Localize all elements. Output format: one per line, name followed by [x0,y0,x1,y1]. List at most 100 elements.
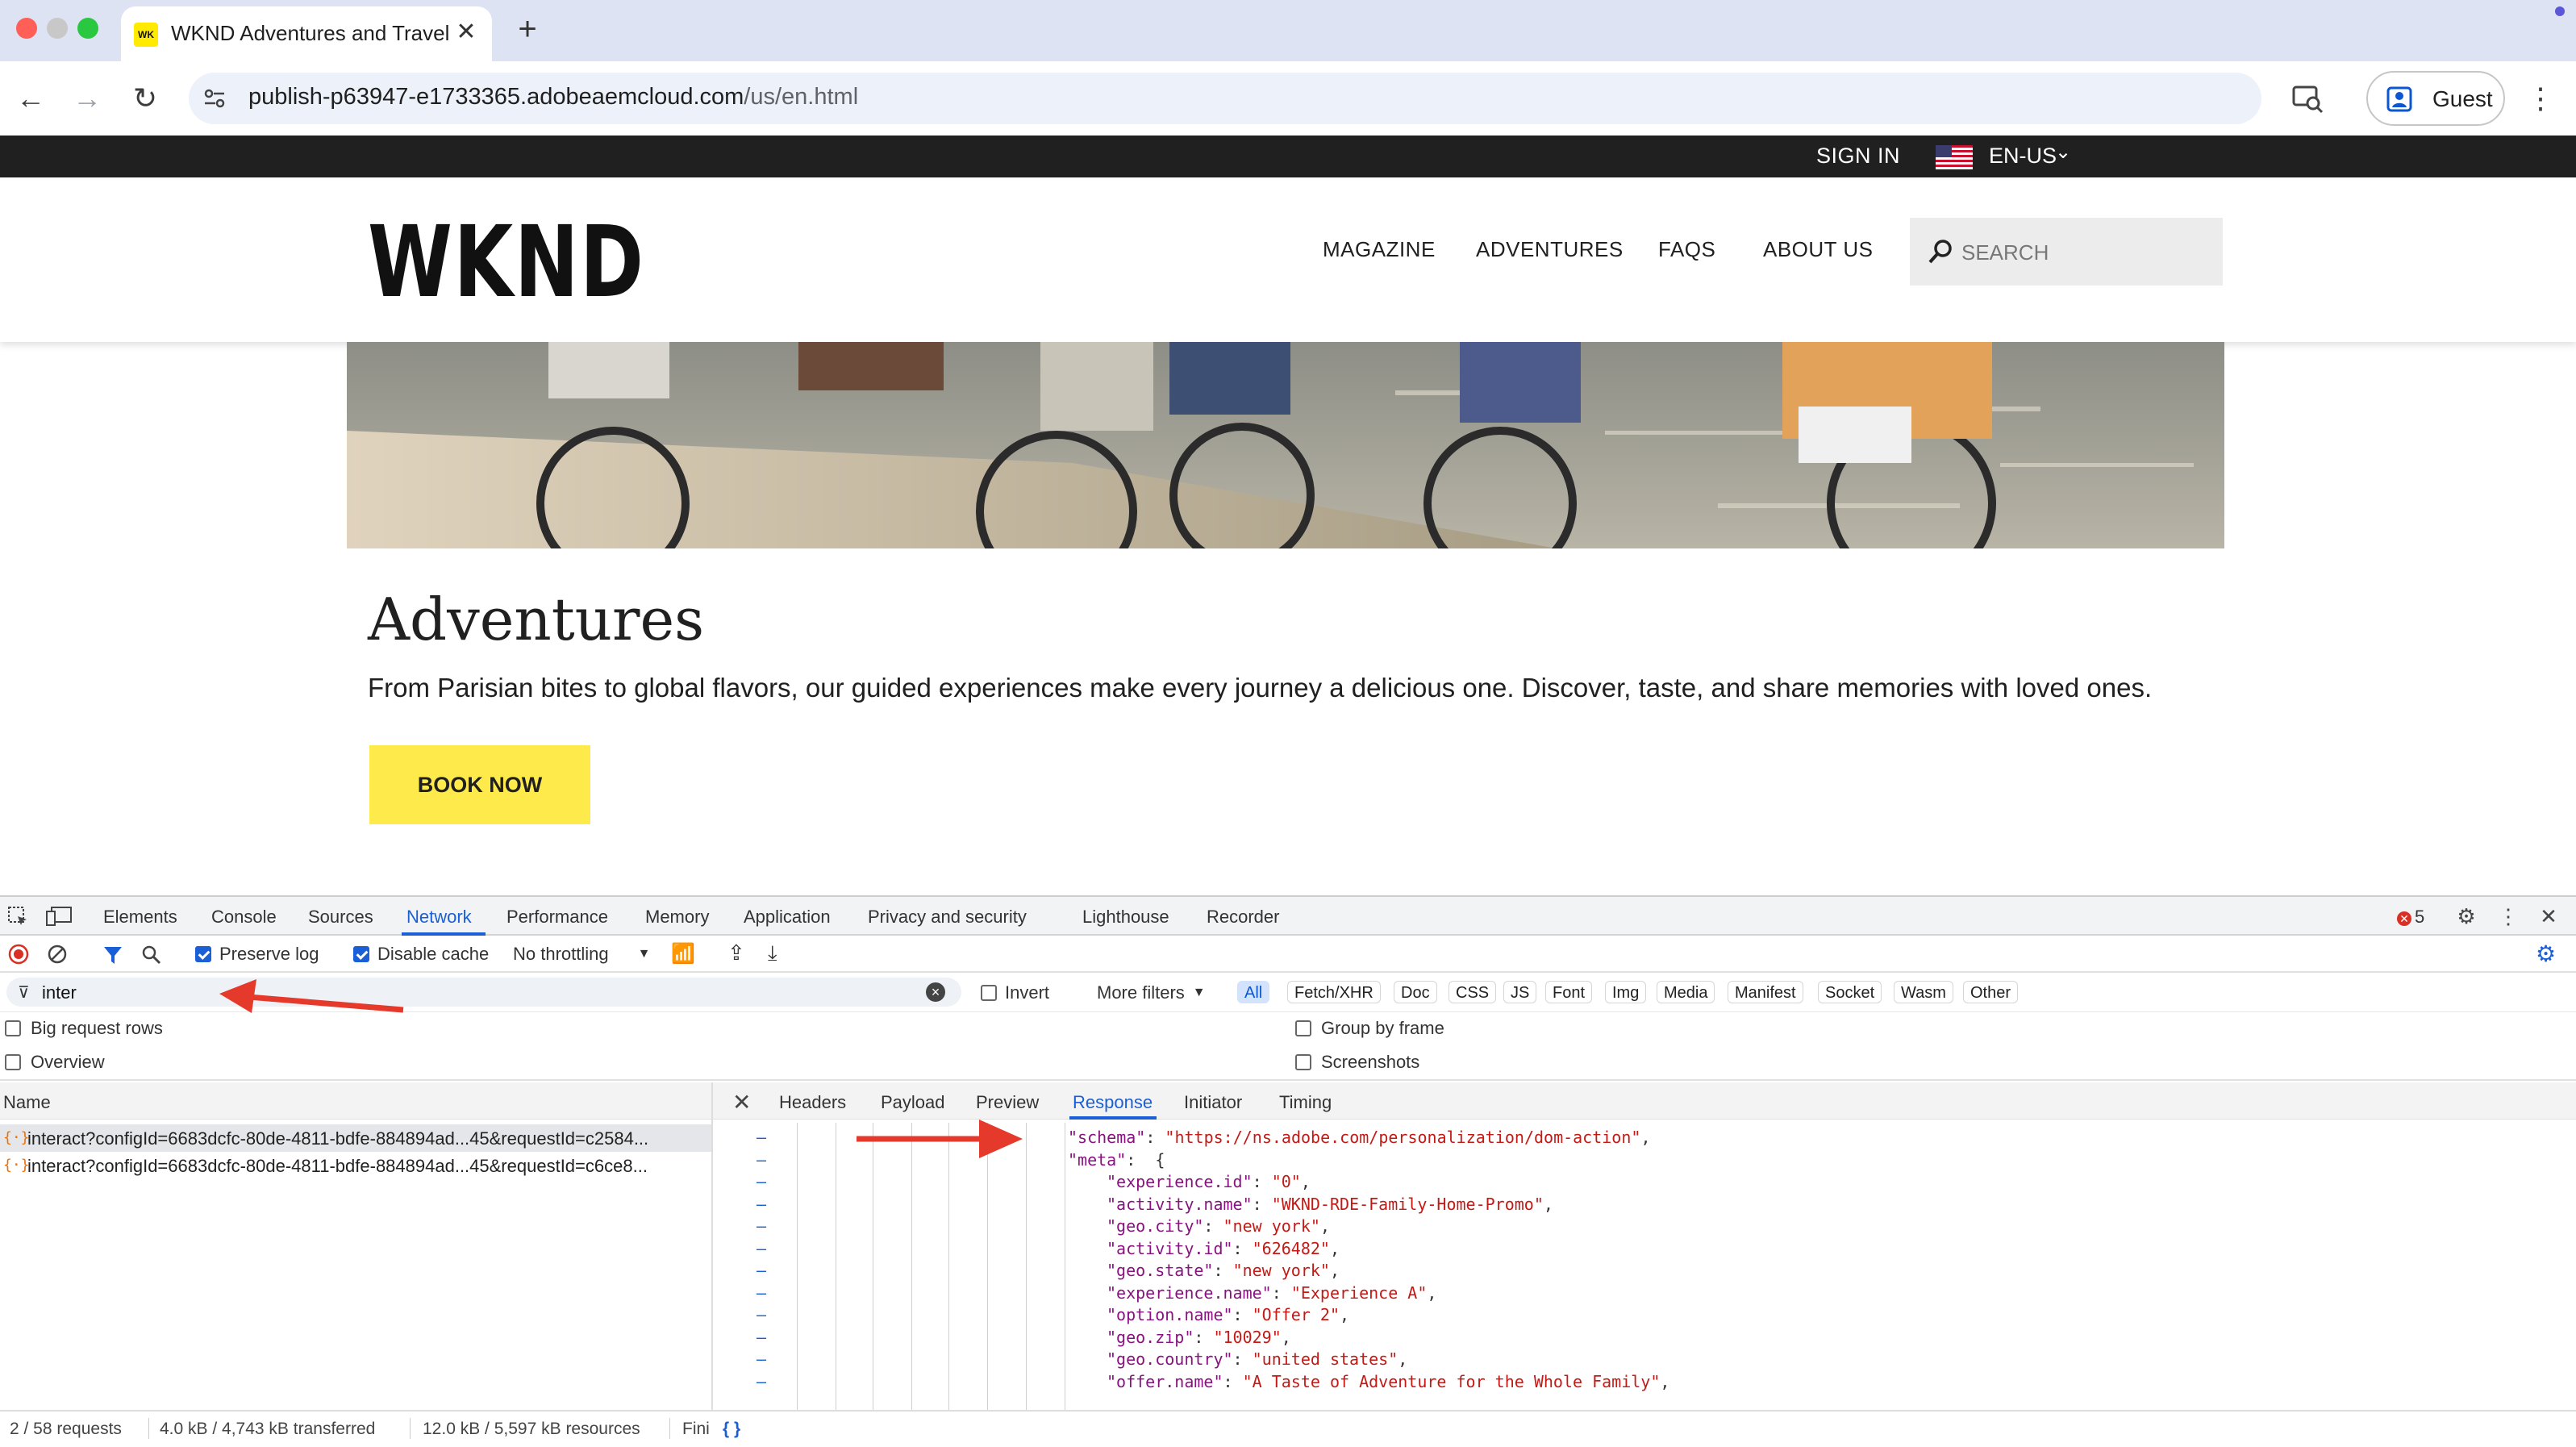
new-tab-button[interactable]: + [508,11,547,50]
filter-icon[interactable] [102,944,124,966]
request-row[interactable]: {·} interact?configId=6683dcfc-80de-4811… [0,1152,711,1179]
minimize-window-button[interactable] [47,18,68,39]
nav-about-us[interactable]: ABOUT US [1763,237,1873,262]
tab-performance[interactable]: Performance [506,907,608,928]
search-placeholder: SEARCH [1961,240,2049,265]
screenshots-check[interactable] [1295,1054,1311,1070]
pretty-print-icon[interactable]: { } [723,1420,740,1439]
chevron-down-icon[interactable]: ⌄ [2055,140,2071,164]
preserve-log-check[interactable] [195,946,211,962]
big-request-rows-checkbox[interactable]: Big request rows [5,1018,163,1039]
resources-size: 12.0 kB / 5,597 kB resources [423,1420,640,1438]
forward-arrow-icon[interactable]: → [63,74,111,123]
line-gutter-marker: – [757,1282,767,1303]
filter-input[interactable]: ⊽ inter × [6,978,961,1007]
language-selector[interactable]: EN-US [1989,144,2057,169]
close-detail-icon[interactable]: ✕ [732,1089,751,1115]
network-conditions-icon[interactable]: 📶 [671,942,695,965]
json-value: "626482" [1252,1238,1330,1258]
type-chip-img[interactable]: Img [1605,981,1647,1003]
preserve-log-checkbox[interactable]: Preserve log [195,944,319,965]
group-by-frame-check[interactable] [1295,1020,1311,1036]
tab-response[interactable]: Response [1073,1092,1153,1113]
disable-cache-check[interactable] [353,946,369,962]
request-row[interactable]: {·} interact?configId=6683dcfc-80de-4811… [0,1124,711,1152]
tab-headers[interactable]: Headers [779,1092,846,1113]
type-chip-js[interactable]: JS [1503,981,1537,1003]
type-chip-fetch-xhr[interactable]: Fetch/XHR [1287,981,1381,1003]
browser-toolbar: ← → ↻ publish-p63947-e1733365.adobeaemcl… [0,61,2576,136]
more-filters-dropdown[interactable]: More filters ▼ [1097,982,1206,1003]
search-icon[interactable] [140,944,163,966]
overview-checkbox[interactable]: Overview [5,1052,105,1073]
type-chip-all[interactable]: All [1237,981,1270,1003]
book-now-button[interactable]: BOOK NOW [369,745,590,824]
search-page-icon[interactable] [2282,74,2331,123]
separator [669,1418,670,1439]
type-chip-doc[interactable]: Doc [1394,981,1437,1003]
profile-button[interactable]: Guest [2366,71,2505,126]
clear-filter-icon[interactable]: × [926,982,945,1002]
nav-faqs[interactable]: FAQS [1658,237,1715,262]
close-devtools-icon[interactable]: ✕ [2536,903,2561,929]
close-window-button[interactable] [16,18,37,39]
record-stop-icon[interactable] [8,944,29,965]
screenshots-checkbox[interactable]: Screenshots [1295,1052,1419,1073]
export-har-icon[interactable]: ⤓ [768,940,777,966]
back-arrow-icon[interactable]: ← [6,74,55,123]
type-chip-socket[interactable]: Socket [1818,981,1882,1003]
tab-recorder[interactable]: Recorder [1207,907,1279,928]
big-rows-label: Big request rows [31,1018,163,1038]
tab-lighthouse[interactable]: Lighthouse [1082,907,1169,928]
browser-menu-icon[interactable]: ⋮ [2523,74,2558,123]
tab-privacy-security[interactable]: Privacy and security [868,907,1027,928]
big-rows-check[interactable] [5,1020,21,1036]
address-bar[interactable]: publish-p63947-e1733365.adobeaemcloud.co… [189,73,2261,124]
group-by-frame-checkbox[interactable]: Group by frame [1295,1018,1444,1039]
tab-network[interactable]: Network [406,907,472,928]
sign-in-link[interactable]: SIGN IN [1816,144,1900,169]
json-key: "schema" [1068,1128,1146,1147]
disable-cache-checkbox[interactable]: Disable cache [353,944,489,965]
overview-check[interactable] [5,1054,21,1070]
site-logo[interactable]: WKND [368,205,645,319]
devtools-menu-icon[interactable]: ⋮ [2495,903,2521,929]
browser-tab[interactable]: WK WKND Adventures and Travel ✕ [121,6,492,61]
type-chip-css[interactable]: CSS [1448,981,1497,1003]
type-chip-other[interactable]: Other [1963,981,2019,1003]
type-chip-font[interactable]: Font [1545,981,1593,1003]
throttling-select[interactable]: No throttling ▼ [513,944,650,965]
nav-magazine[interactable]: MAGAZINE [1323,237,1436,262]
import-har-icon[interactable]: ⇪ [727,940,745,965]
type-chip-manifest[interactable]: Manifest [1728,981,1803,1003]
tab-console[interactable]: Console [211,907,277,928]
settings-gear-icon[interactable]: ⚙ [2453,903,2479,929]
reload-icon[interactable]: ↻ [121,74,169,123]
error-count-badge[interactable]: ✕ 5 [2397,907,2424,928]
tab-close-icon[interactable]: ✕ [452,18,481,47]
group-by-frame-label: Group by frame [1321,1018,1444,1038]
maximize-window-button[interactable] [77,18,98,39]
tab-preview[interactable]: Preview [976,1092,1039,1113]
devtools-tab-bar: Elements Console Sources Network Perform… [0,895,2576,936]
tab-payload[interactable]: Payload [881,1092,945,1113]
tab-memory[interactable]: Memory [645,907,709,928]
invert-check[interactable] [981,985,997,1001]
tab-timing[interactable]: Timing [1279,1092,1332,1113]
type-chip-media[interactable]: Media [1657,981,1715,1003]
site-search-input[interactable]: SEARCH [1910,218,2223,286]
type-chip-wasm[interactable]: Wasm [1894,981,1953,1003]
clear-log-icon[interactable] [47,944,68,965]
invert-checkbox[interactable]: Invert [981,982,1049,1003]
tab-elements[interactable]: Elements [103,907,177,928]
response-body[interactable]: – "schema": "https://ns.adobe.com/persona… [713,1123,2576,1410]
tab-application[interactable]: Application [744,907,831,928]
inspect-element-icon[interactable] [6,905,29,928]
name-column-header[interactable]: Name [3,1092,51,1113]
nav-adventures[interactable]: ADVENTURES [1476,237,1624,262]
network-settings-gear-icon[interactable]: ⚙ [2536,940,2556,967]
tab-sources[interactable]: Sources [308,907,373,928]
site-info-icon[interactable] [202,85,227,111]
device-toolbar-icon[interactable] [45,905,73,928]
tab-initiator[interactable]: Initiator [1184,1092,1242,1113]
